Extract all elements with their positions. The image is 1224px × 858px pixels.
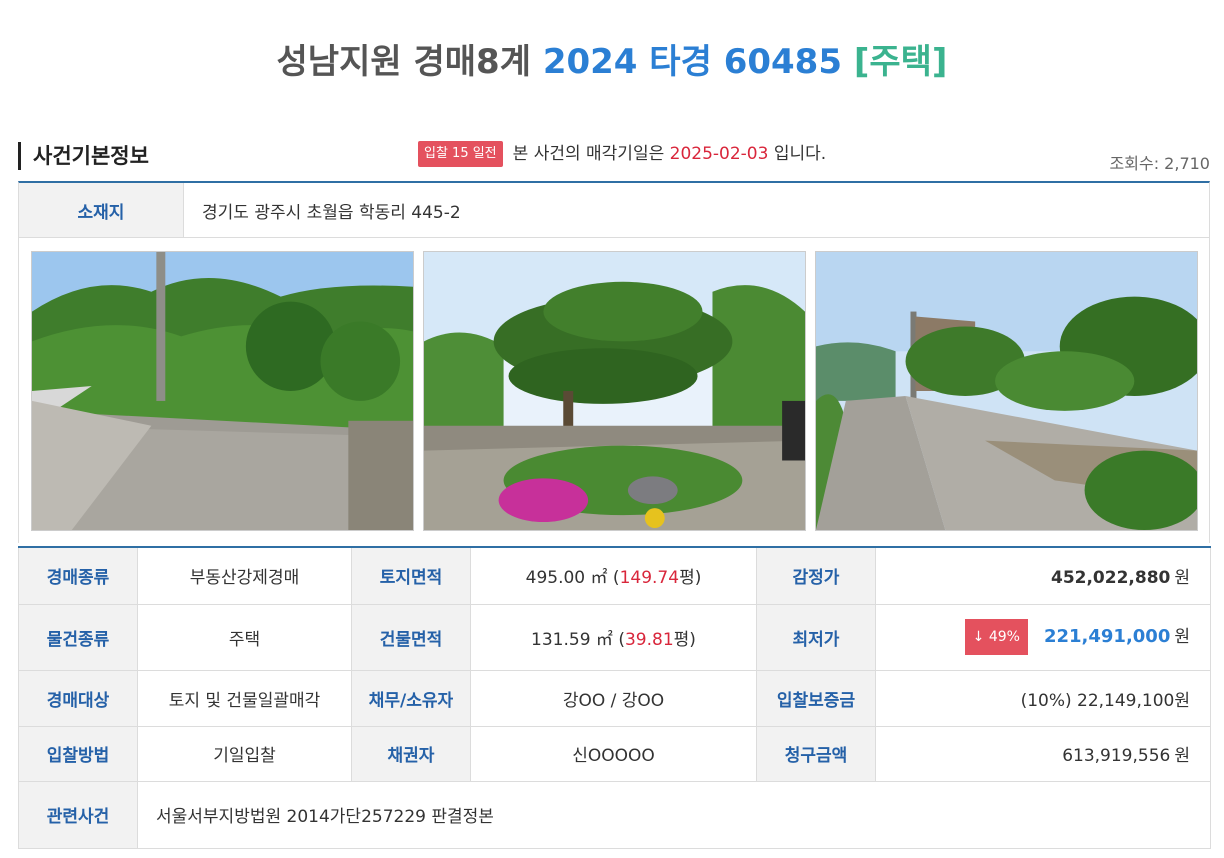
case-number: 2024 타경 60485 <box>542 42 842 82</box>
table-row: 경매종류 부동산강제경매 토지면적 495.00 ㎡ (149.74평) 감정가… <box>18 546 1211 605</box>
building-area-pyeong: 39.81 <box>624 629 674 650</box>
debtor-owner-value: 강OO / 강OO <box>470 669 757 727</box>
appraisal-amount: 452,022,880 <box>1050 568 1171 589</box>
land-area-pyeong: 149.74 <box>619 568 680 589</box>
address-row: 소재지 경기도 광주시 초월읍 학동리 445-2 <box>18 181 1210 238</box>
target-value: 토지 및 건물일괄매각 <box>137 669 352 727</box>
min-price-label: 최저가 <box>756 603 876 671</box>
related-case-label: 관련사건 <box>18 780 138 849</box>
view-count: 조회수: 2,710 <box>1109 154 1210 173</box>
section-header: 사건기본정보 입찰 15 일전 본 사건의 매각기일은 2025-02-03 입니… <box>18 140 1210 180</box>
min-price-value: ↓ 49% 221,491,000 원 <box>875 603 1211 671</box>
target-label: 경매대상 <box>18 669 138 727</box>
building-area-sqm: 131.59 ㎡ ( <box>531 629 625 650</box>
item-type-label: 물건종류 <box>18 603 138 671</box>
min-price-amount: 221,491,000 <box>1043 626 1171 647</box>
case-info-table: 경매종류 부동산강제경매 토지면적 495.00 ㎡ (149.74평) 감정가… <box>18 546 1211 849</box>
related-case-value[interactable]: 서울서부지방법원 2014가단257229 판결정본 <box>137 780 1211 849</box>
notice-prefix: 본 사건의 매각기일은 <box>512 144 665 164</box>
address-value: 경기도 광주시 초월읍 학동리 445-2 <box>202 202 461 223</box>
claim-label: 청구금액 <box>756 725 876 782</box>
appraisal-unit: 원 <box>1174 568 1190 589</box>
building-area-label: 건물면적 <box>351 603 471 671</box>
property-photo-3[interactable] <box>815 251 1198 531</box>
page-title: 성남지원 경매8계 2024 타경 60485 [주택] <box>0 38 1224 86</box>
deposit-label: 입찰보증금 <box>756 669 876 727</box>
table-row: 관련사건 서울서부지방법원 2014가단257229 판결정본 <box>18 780 1211 849</box>
section-title: 사건기본정보 <box>18 142 149 170</box>
min-price-unit: 원 <box>1174 627 1190 647</box>
table-row: 입찰방법 기일입찰 채권자 신OOOOO 청구금액 613,919,556 원 <box>18 725 1211 782</box>
property-type-tag: [주택] <box>853 42 948 82</box>
photo-gallery <box>18 238 1210 543</box>
table-row: 경매대상 토지 및 건물일괄매각 채무/소유자 강OO / 강OO 입찰보증금 … <box>18 669 1211 727</box>
notice-suffix: 입니다. <box>773 144 827 164</box>
land-area-value: 495.00 ㎡ (149.74평) <box>470 546 757 605</box>
building-area-pyeong-unit: 평) <box>673 629 696 650</box>
dday-badge: 입찰 15 일전 <box>418 141 503 167</box>
debtor-owner-label: 채무/소유자 <box>351 669 471 727</box>
price-drop-badge: ↓ 49% <box>964 619 1028 655</box>
property-photo-1[interactable] <box>31 251 414 531</box>
land-area-sqm: 495.00 ㎡ ( <box>525 568 620 589</box>
claim-amount: 613,919,556 <box>1062 746 1171 766</box>
court-name: 성남지원 경매8계 <box>276 42 531 82</box>
sale-date: 2025-02-03 <box>669 144 769 164</box>
bid-method-value: 기일입찰 <box>137 725 352 782</box>
sale-date-notice: 입찰 15 일전 본 사건의 매각기일은 2025-02-03 입니다. <box>418 141 826 167</box>
creditor-value: 신OOOOO <box>470 725 757 782</box>
deposit-value: (10%) 22,149,100원 <box>875 669 1211 727</box>
appraisal-value: 452,022,880 원 <box>875 546 1211 605</box>
table-row: 물건종류 주택 건물면적 131.59 ㎡ (39.81평) 최저가 ↓ 49%… <box>18 603 1211 671</box>
creditor-label: 채권자 <box>351 725 471 782</box>
claim-value: 613,919,556 원 <box>875 725 1211 782</box>
address-label: 소재지 <box>19 183 184 237</box>
appraisal-label: 감정가 <box>756 546 876 605</box>
claim-unit: 원 <box>1174 746 1190 766</box>
bid-method-label: 입찰방법 <box>18 725 138 782</box>
item-type-value: 주택 <box>137 603 352 671</box>
building-area-value: 131.59 ㎡ (39.81평) <box>470 603 757 671</box>
land-area-pyeong-unit: 평) <box>679 568 702 589</box>
property-photo-2[interactable] <box>423 251 806 531</box>
auction-type-label: 경매종류 <box>18 546 138 605</box>
auction-type-value: 부동산강제경매 <box>137 546 352 605</box>
land-area-label: 토지면적 <box>351 546 471 605</box>
